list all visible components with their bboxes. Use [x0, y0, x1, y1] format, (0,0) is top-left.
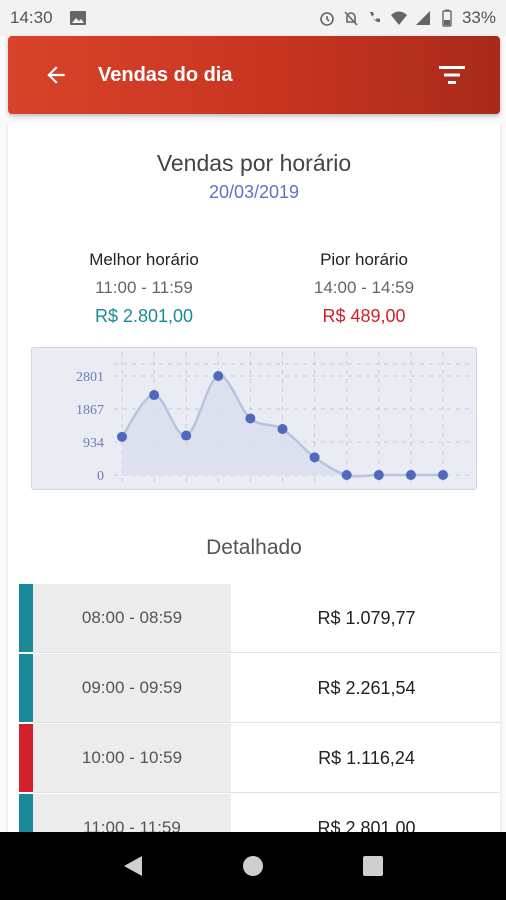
detail-title: Detalhado: [206, 536, 302, 559]
image-icon: [69, 11, 86, 25]
data-point: [245, 413, 256, 424]
data-point: [373, 470, 384, 480]
row-time: 08:00 - 08:59: [33, 584, 233, 652]
back-button[interactable]: [36, 55, 76, 95]
y-tick-label: 1867: [76, 403, 104, 418]
row-divider: [33, 652, 500, 653]
sales-chart: 2801 1867 934 0: [31, 347, 477, 490]
nav-recents-button[interactable]: [313, 855, 433, 877]
battery-icon: [442, 9, 452, 27]
data-point: [341, 470, 352, 480]
best-hour-value: R$ 2.801,00: [94, 306, 194, 326]
muted-bell-icon: [344, 11, 358, 26]
arrow-back-icon: [47, 66, 65, 84]
sales-chart-svg: 2801 1867 934 0: [76, 352, 472, 484]
y-tick-label: 934: [83, 436, 104, 451]
row-value: R$ 1.116,24: [318, 747, 415, 768]
data-point: [213, 371, 224, 381]
data-point: [405, 470, 416, 480]
worst-hour-block: Pior horário 14:00 - 14:59 R$ 489,00: [264, 250, 464, 327]
data-point: [149, 390, 160, 401]
table-row[interactable]: 10:00 - 10:59 R$ 1.116,24: [19, 724, 500, 794]
data-point: [181, 430, 192, 441]
status-time: 14:30: [10, 8, 53, 27]
row-indicator-bar: [19, 584, 33, 652]
data-point: [117, 431, 127, 442]
triangle-back-icon: [124, 856, 142, 876]
table-row[interactable]: 09:00 - 09:59 R$ 2.261,54: [19, 654, 500, 724]
signal-icon: [415, 11, 430, 25]
app-bar: Vendas do dia: [8, 36, 500, 114]
wifi-call-icon: [369, 12, 380, 23]
filter-icon: [439, 66, 465, 84]
data-point: [277, 424, 288, 435]
navigation-bar: [0, 832, 506, 900]
chart-date: 20/03/2019: [208, 182, 300, 202]
nav-home-button[interactable]: [193, 854, 313, 878]
row-time: 10:00 - 10:59: [33, 724, 233, 792]
content-card: Vendas por horário 20/03/2019 Melhor hor…: [8, 122, 500, 842]
row-divider: [33, 792, 500, 793]
row-indicator-bar: [19, 654, 33, 722]
best-hour-label: Melhor horário: [89, 250, 199, 269]
square-recents-icon: [363, 856, 383, 876]
wifi-icon: [390, 11, 407, 25]
chart-title: Vendas por horário: [156, 150, 352, 176]
best-hour-range: 11:00 - 11:59: [95, 278, 193, 297]
data-point: [438, 470, 448, 480]
worst-hour-label: Pior horário: [320, 250, 408, 269]
nav-back-button[interactable]: [73, 854, 193, 878]
data-point: [309, 452, 320, 463]
row-value: R$ 2.261,54: [317, 677, 416, 698]
best-hour-block: Melhor horário 11:00 - 11:59 R$ 2.801,00: [44, 250, 244, 327]
page-title: Vendas do dia: [98, 63, 233, 86]
row-indicator-bar: [19, 724, 33, 792]
table-row[interactable]: 08:00 - 08:59 R$ 1.079,77: [19, 584, 500, 654]
alarm-icon: [320, 12, 334, 26]
row-time: 09:00 - 09:59: [33, 654, 233, 722]
worst-hour-range: 14:00 - 14:59: [313, 278, 415, 297]
row-divider: [33, 722, 500, 723]
circle-home-icon: [243, 856, 263, 876]
battery-percent: 33%: [461, 8, 496, 27]
worst-hour-value: R$ 489,00: [322, 306, 406, 326]
row-value: R$ 1.079,77: [317, 607, 416, 628]
y-tick-label: 2801: [76, 370, 104, 385]
y-tick-label: 0: [97, 469, 104, 484]
filter-button[interactable]: [432, 55, 472, 95]
status-bar: 14:30 33%: [0, 0, 506, 36]
detail-list: 08:00 - 08:59 R$ 1.079,77 09:00 - 09:59 R$ …: [19, 584, 500, 842]
